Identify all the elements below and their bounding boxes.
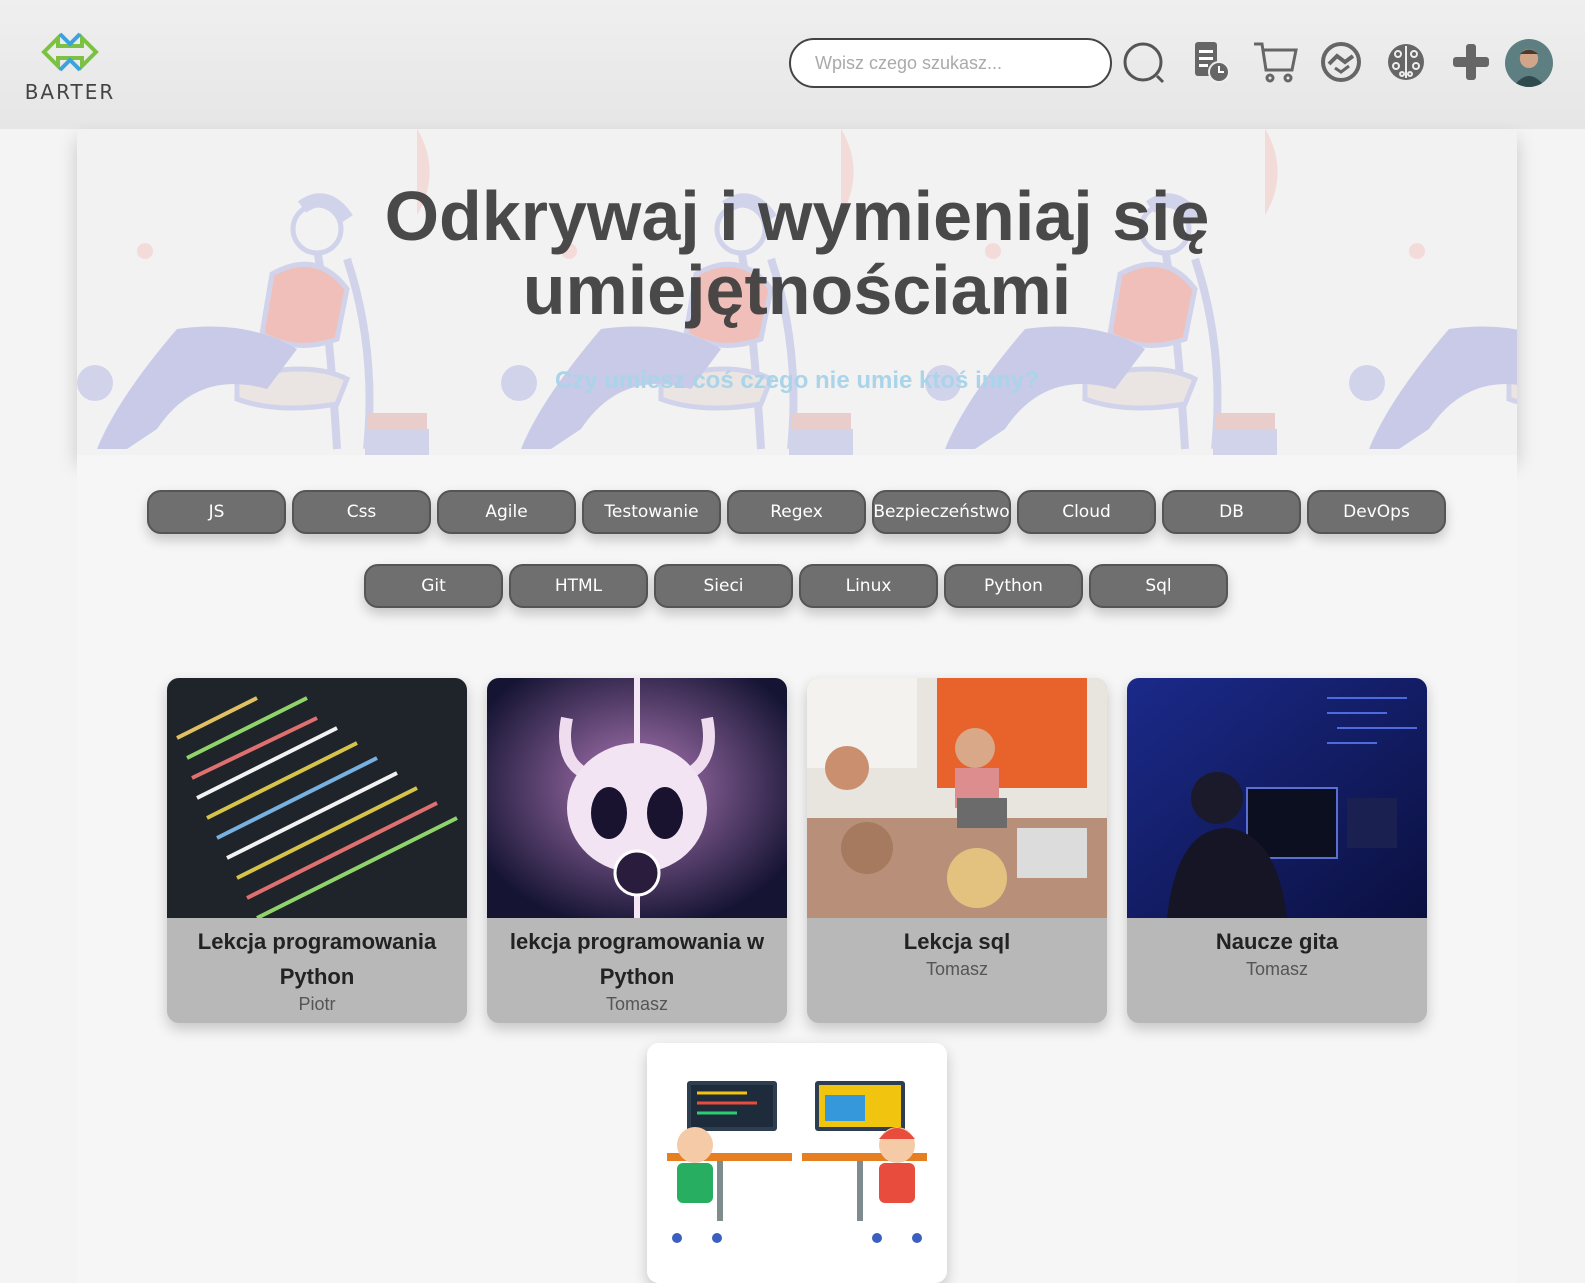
tag-button[interactable]: Python [944,564,1083,608]
card-title: Lekcja sql [903,929,1011,954]
tag-button[interactable]: DevOps [1307,490,1446,534]
search-input[interactable] [789,38,1112,88]
tag-button[interactable]: DB [1162,490,1301,534]
card-title: Naucze gita [1215,929,1339,954]
card-author: Tomasz [1245,959,1308,979]
tag-button[interactable]: Regex [727,490,866,534]
logo-text: BARTER [24,80,116,104]
hero-title-line1: Odkrywaj i wymieniaj się [384,177,1210,255]
lesson-card[interactable] [647,1043,947,1283]
hero-banner: Odkrywaj i wymieniaj się umiejętnościami… [77,129,1517,455]
avatar-photo-icon [1513,49,1545,87]
tag-button[interactable]: Testowanie [582,490,721,534]
tag-button[interactable]: Sql [1089,564,1228,608]
hero-title-line2: umiejętnościami [522,251,1072,329]
handshake-icon[interactable] [1317,38,1365,86]
classroom-image [807,678,1107,918]
tag-button[interactable]: Css [292,490,431,534]
card-title: lekcja programowania w Python [509,929,765,989]
tag-button[interactable]: Bezpieczeństwo [872,490,1011,534]
tag-button[interactable]: Linux [799,564,938,608]
cart-icon[interactable] [1252,38,1300,86]
lesson-card[interactable]: Naucze gita Tomasz [1127,678,1427,1023]
card-author: Piotr [298,994,336,1014]
lesson-card[interactable]: lekcja programowania w Python Tomasz [487,678,787,1023]
tag-button[interactable]: HTML [509,564,648,608]
card-title: Lekcja programowania Python [197,929,437,989]
tag-button[interactable]: Sieci [654,564,793,608]
tag-button[interactable]: Agile [437,490,576,534]
user-avatar[interactable] [1505,39,1553,87]
hero-subtitle: Czy umiesz coś czego nie umie ktoś inny? [554,367,1040,394]
top-header: BARTER [0,0,1585,129]
tag-button[interactable]: Cloud [1017,490,1156,534]
card-author: Tomasz [925,959,988,979]
developer-night-image [1127,678,1427,918]
code-screen-image [167,678,467,918]
brain-icon[interactable] [1382,38,1430,86]
kids-coding-image [647,1043,947,1283]
barter-logo[interactable]: BARTER [24,30,116,104]
lesson-card[interactable]: Lekcja sql Tomasz [807,678,1107,1023]
lesson-card[interactable]: Lekcja programowania Python Piotr [167,678,467,1023]
hollow-knight-image [487,678,787,918]
document-clock-icon[interactable] [1187,38,1235,86]
tag-button[interactable]: JS [147,490,286,534]
search-icon[interactable] [1122,38,1170,86]
hero-title: Odkrywaj i wymieniaj się umiejętnościami [77,179,1517,327]
plus-icon[interactable] [1447,38,1495,86]
tag-button[interactable]: Git [364,564,503,608]
logo-mark-icon [41,32,99,72]
card-author: Tomasz [605,994,668,1014]
